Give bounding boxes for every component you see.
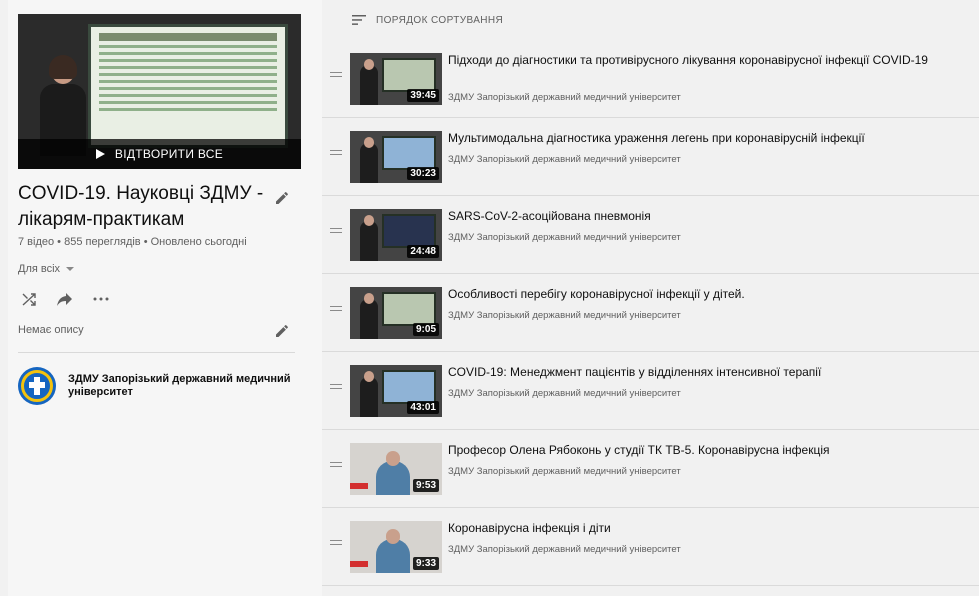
sort-icon [352,14,366,26]
playlist-description: Немає опису [18,324,84,336]
video-title[interactable]: Особливості перебігу коронавірусної інфе… [448,287,953,301]
video-thumbnail[interactable]: 9:33 [350,521,442,573]
channel-owner[interactable]: ЗДМУ Запорізький державний медичний унів… [18,367,293,405]
shuffle-icon[interactable] [20,290,38,308]
video-title[interactable]: Підходи до діагностики та противірусного… [448,53,953,67]
video-thumbnail[interactable]: 39:45 [350,53,442,105]
video-title[interactable]: Професор Олена Рябоконь у студії ТК ТВ-5… [448,443,953,457]
video-channel[interactable]: ЗДМУ Запорізький державний медичний унів… [448,310,681,321]
video-channel[interactable]: ЗДМУ Запорізький державний медичний унів… [448,154,681,165]
sort-menu[interactable]: ПОРЯДОК СОРТУВАННЯ [352,14,503,26]
video-channel[interactable]: ЗДМУ Запорізький державний медичний унів… [448,544,681,555]
video-row[interactable]: 39:45 Підходи до діагностики та противір… [322,40,979,118]
edit-title-icon[interactable] [272,187,292,207]
video-row[interactable]: 24:48 SARS-CoV-2-асоційована пневмонія З… [322,196,979,274]
video-channel[interactable]: ЗДМУ Запорізький державний медичний унів… [448,466,681,477]
drag-handle-icon[interactable] [330,384,342,390]
chevron-down-icon [66,267,75,271]
video-title[interactable]: Мультимодальна діагностика ураження леге… [448,131,953,145]
video-channel[interactable]: ЗДМУ Запорізький державний медичний унів… [448,388,681,399]
video-duration: 9:53 [412,479,439,492]
video-thumbnail[interactable]: 43:01 [350,365,442,417]
slide-image [88,24,288,148]
video-row[interactable]: 9:53 Професор Олена Рябоконь у студії ТК… [322,430,979,508]
playlist-stats: 7 відео • 855 переглядів • Оновлено сьог… [18,236,247,248]
video-list: 39:45 Підходи до діагностики та противір… [322,40,979,586]
sort-label: ПОРЯДОК СОРТУВАННЯ [376,14,504,26]
play-icon [95,149,105,159]
drag-handle-icon[interactable] [330,72,342,78]
privacy-label: Для всіх [18,263,61,275]
video-channel[interactable]: ЗДМУ Запорізький державний медичний унів… [448,92,681,103]
more-icon[interactable] [92,290,110,308]
video-duration: 43:01 [407,401,439,414]
playlist-actions [20,290,110,308]
channel-name[interactable]: ЗДМУ Запорізький державний медичний унів… [68,373,293,399]
video-thumbnail[interactable]: 9:05 [350,287,442,339]
video-title[interactable]: Коронавірусна інфекція і діти [448,521,953,535]
video-duration: 24:48 [407,245,439,258]
video-row[interactable]: 30:23 Мультимодальна діагностика ураженн… [322,118,979,196]
video-row[interactable]: 9:05 Особливості перебігу коронавірусної… [322,274,979,352]
drag-handle-icon[interactable] [330,540,342,546]
video-duration: 9:05 [412,323,439,336]
video-duration: 9:33 [412,557,439,570]
play-all-label: ВІДТВОРИТИ ВСЕ [114,147,224,161]
privacy-dropdown[interactable]: Для всіх [18,263,75,275]
channel-avatar[interactable] [18,367,56,405]
drag-handle-icon[interactable] [330,306,342,312]
playlist-title: COVID-19. Науковці ЗДМУ - лікарям-практи… [18,183,264,230]
video-duration: 39:45 [407,89,439,102]
video-row[interactable]: 9:33 Коронавірусна інфекція і діти ЗДМУ … [322,508,979,586]
video-title[interactable]: SARS-CoV-2-асоційована пневмонія [448,209,953,223]
drag-handle-icon[interactable] [330,228,342,234]
video-thumbnail[interactable]: 30:23 [350,131,442,183]
share-icon[interactable] [56,290,74,308]
video-title[interactable]: COVID-19: Менеджмент пацієнтів у відділе… [448,365,953,379]
drag-handle-icon[interactable] [330,150,342,156]
play-all-button[interactable]: ВІДТВОРИТИ ВСЕ [18,139,301,169]
divider [18,352,295,353]
drag-handle-icon[interactable] [330,462,342,468]
edit-description-icon[interactable] [272,320,292,340]
video-row[interactable]: 43:01 COVID-19: Менеджмент пацієнтів у в… [322,352,979,430]
video-channel[interactable]: ЗДМУ Запорізький державний медичний унів… [448,232,681,243]
video-thumbnail[interactable]: 24:48 [350,209,442,261]
video-thumbnail[interactable]: 9:53 [350,443,442,495]
video-duration: 30:23 [407,167,439,180]
playlist-thumbnail[interactable]: ВІДТВОРИТИ ВСЕ [18,14,301,169]
